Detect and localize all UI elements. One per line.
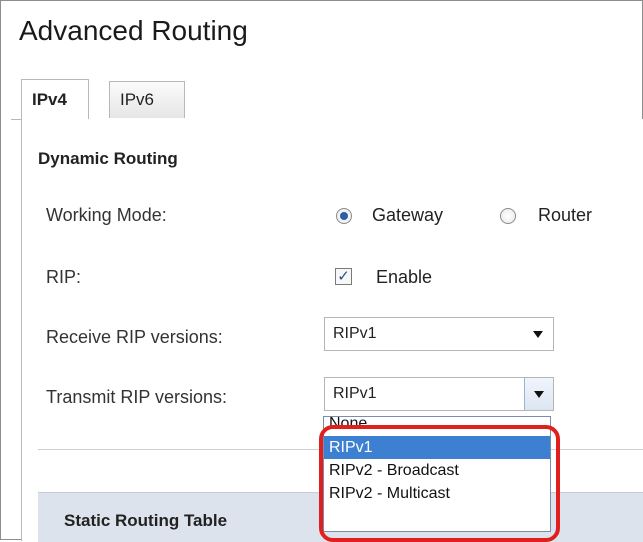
router-label: Router <box>538 205 593 225</box>
gateway-label: Gateway <box>372 205 444 225</box>
transmit-rip-select[interactable]: RIPv1 <box>324 377 554 411</box>
tab-ipv6[interactable]: IPv6 <box>109 81 185 118</box>
checkmark-icon: ✓ <box>337 268 350 285</box>
receive-rip-select[interactable]: RIPv1 <box>324 317 554 351</box>
chevron-down-icon <box>534 391 544 398</box>
tab-ipv4[interactable]: IPv4 <box>21 79 89 120</box>
window-frame: Advanced Routing IPv4 IPv6 Dynamic Routi… <box>0 0 643 542</box>
transmit-rip-value: RIPv1 <box>333 385 377 402</box>
tab-bar: IPv4 IPv6 <box>11 79 643 120</box>
dropdown-option-ripv2-multicast[interactable]: RIPv2 - Multicast <box>324 482 550 505</box>
receive-rip-value: RIPv1 <box>333 325 377 342</box>
dropdown-option-ripv1[interactable]: RIPv1 <box>324 436 550 459</box>
page-title: Advanced Routing <box>19 15 248 46</box>
dropdown-option-ripv2-broadcast[interactable]: RIPv2 - Broadcast <box>324 459 550 482</box>
transmit-rip-dropdown-list: None RIPv1 RIPv2 - Broadcast RIPv2 - Mul… <box>323 416 551 532</box>
dropdown-button[interactable] <box>524 378 553 410</box>
receive-rip-label: Receive RIP versions: <box>46 327 223 347</box>
chevron-down-icon <box>533 331 543 338</box>
dynamic-routing-heading: Dynamic Routing <box>38 149 178 168</box>
router-radio[interactable] <box>500 208 516 224</box>
static-routing-heading: Static Routing Table <box>64 511 228 530</box>
dropdown-option-none[interactable]: None <box>324 417 550 436</box>
rip-enable-checkbox[interactable]: ✓ <box>335 268 352 285</box>
rip-label: RIP: <box>46 267 82 287</box>
working-mode-label: Working Mode: <box>46 205 167 225</box>
rip-enable-label: Enable <box>376 267 433 287</box>
transmit-rip-label: Transmit RIP versions: <box>46 387 228 407</box>
gateway-radio[interactable] <box>336 208 352 224</box>
